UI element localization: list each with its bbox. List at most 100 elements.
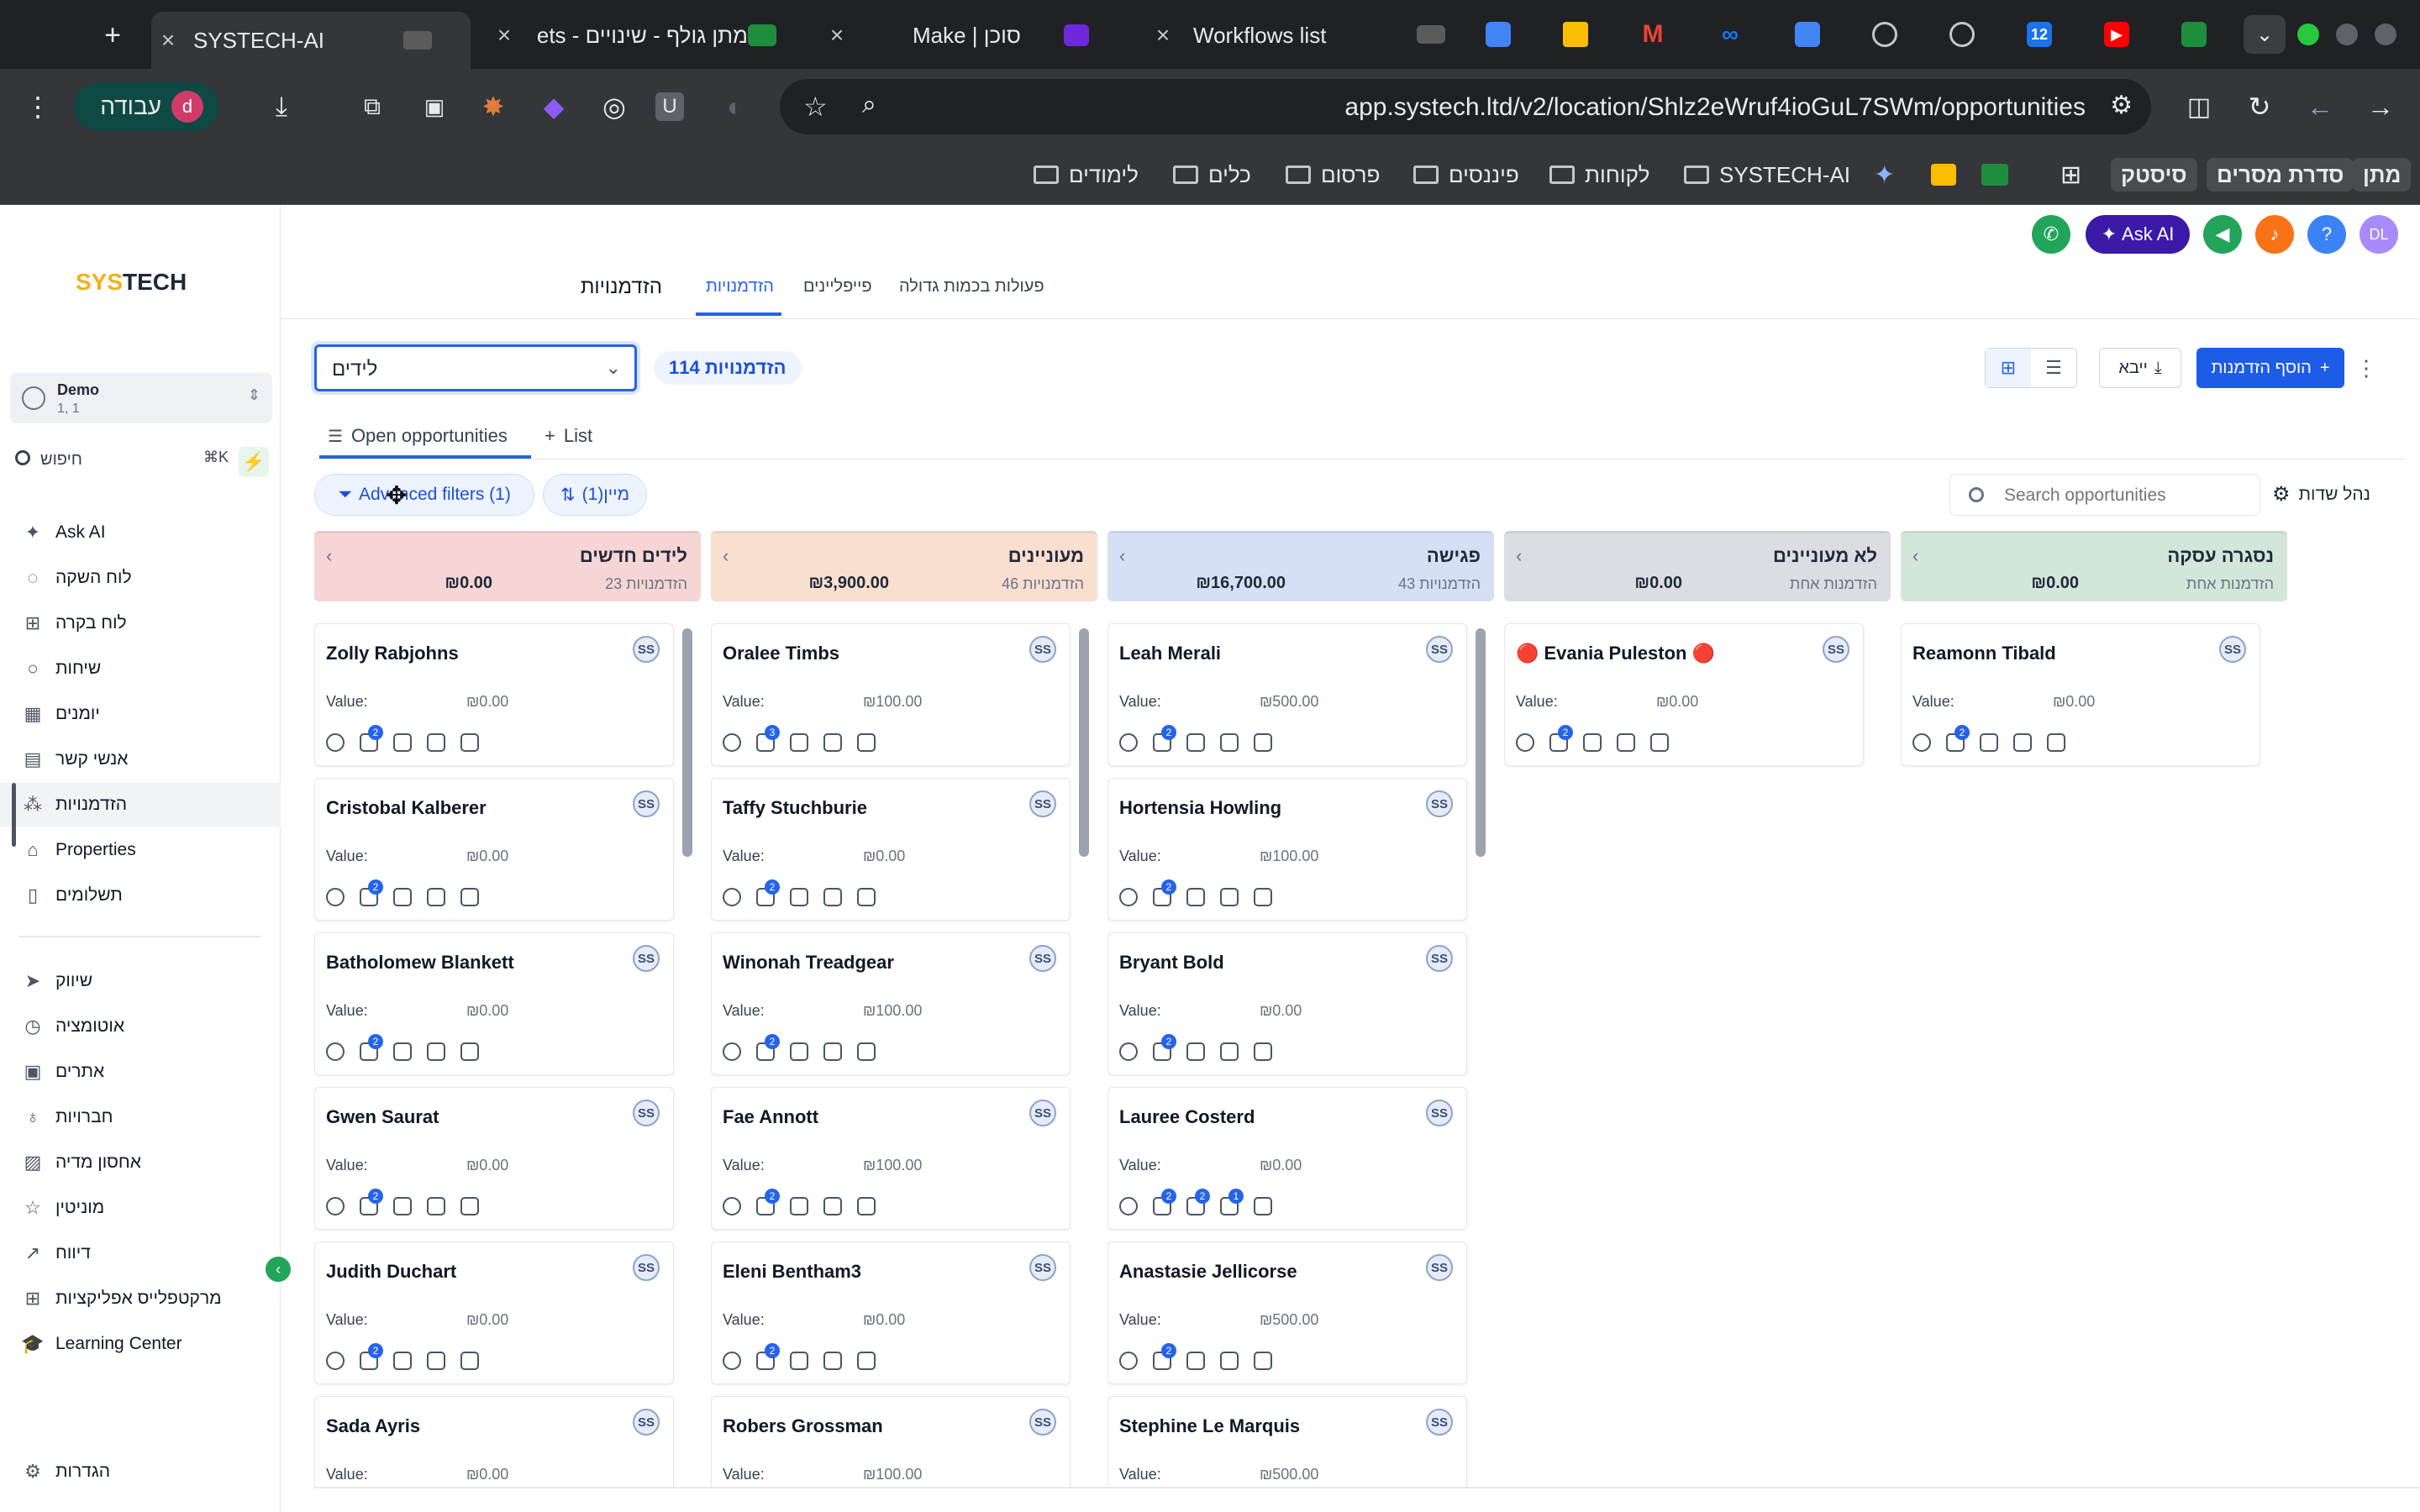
site-settings-icon[interactable]: ⚙ xyxy=(2110,91,2133,120)
notes-icon[interactable] xyxy=(1186,733,1205,752)
assignee-avatar[interactable]: SS xyxy=(1426,1254,1453,1281)
appointment-icon[interactable] xyxy=(1254,888,1272,906)
close-icon[interactable]: × xyxy=(820,22,854,49)
chat-icon[interactable] xyxy=(1119,1197,1138,1215)
tab-bulk-actions[interactable]: פעולות בכמות גדולה xyxy=(899,277,1044,297)
sidebar-item-reporting[interactable]: ↗ דיווח xyxy=(0,1231,281,1275)
window-close-button[interactable] xyxy=(2375,24,2396,45)
new-tab-button[interactable]: + xyxy=(96,18,129,52)
extension-icon[interactable]: ◐ xyxy=(716,87,755,126)
opportunity-name[interactable]: Bryant Bold xyxy=(1119,952,1224,974)
assignee-avatar[interactable]: SS xyxy=(633,1254,660,1281)
list-view-icon[interactable]: ☰ xyxy=(2031,349,2076,387)
pipeline-select[interactable]: לידים ⌄ xyxy=(314,344,637,391)
chat-icon[interactable] xyxy=(1119,888,1138,906)
opportunity-name[interactable]: Robers Grossman xyxy=(723,1415,883,1437)
task-icon[interactable] xyxy=(823,1197,842,1215)
sidebar-item-opportunities[interactable]: ⁂ הזדמנויות xyxy=(0,783,281,847)
window-maximize-button[interactable] xyxy=(2297,24,2319,45)
chat-icon[interactable] xyxy=(723,1352,741,1370)
opportunity-card[interactable]: Sada Ayris SS Value: ₪0.00 xyxy=(314,1396,674,1488)
sidebar-item-dashboard[interactable]: ⊞ לוח בקרה xyxy=(0,601,281,645)
assignee-avatar[interactable]: SS xyxy=(633,790,660,817)
chat-icon[interactable] xyxy=(1912,733,1931,752)
opportunity-card[interactable]: Judith Duchart SS Value: ₪0.00 2 xyxy=(314,1242,674,1384)
add-opportunity-button[interactable]: הוסף הזדמנות + xyxy=(2196,348,2344,388)
sidebar-item-memberships[interactable]: ♁ חברויות xyxy=(0,1095,281,1139)
chat-icon[interactable] xyxy=(326,733,345,752)
notes-icon[interactable] xyxy=(393,733,412,752)
task-icon[interactable] xyxy=(427,1352,445,1370)
column-scrollbar[interactable] xyxy=(1079,628,1089,857)
bookmark-link[interactable]: סדרת מסרים xyxy=(2207,158,2354,192)
tag-icon[interactable]: 2 xyxy=(360,725,383,752)
opportunity-card[interactable]: Eleni Bentham3 SS Value: ₪0.00 2 xyxy=(711,1242,1071,1384)
assignee-avatar[interactable]: SS xyxy=(1029,636,1056,663)
tag-icon[interactable]: 2 xyxy=(1946,725,1970,752)
tab-opportunities[interactable]: הזדמנויות xyxy=(706,277,774,297)
chat-icon[interactable] xyxy=(1119,733,1138,752)
meta-icon[interactable]: ∞ xyxy=(1718,21,1743,47)
opportunity-card[interactable]: Winonah Treadgear SS Value: ₪100.00 2 xyxy=(711,932,1071,1075)
chat-icon[interactable] xyxy=(723,733,741,752)
globe-icon[interactable] xyxy=(1872,22,1897,47)
collapse-chevron-icon[interactable]: ‹ xyxy=(1516,545,1522,567)
docs-icon[interactable] xyxy=(1795,22,1820,47)
tag-icon[interactable]: 2 xyxy=(756,1189,780,1215)
sidebar-item-launchpad[interactable]: ◌ לוח השקה xyxy=(0,556,281,600)
pinned-favicon-icon[interactable] xyxy=(1417,25,1445,44)
bookmark-folder[interactable]: SYSTECH-AI xyxy=(1684,158,1850,192)
task-icon[interactable] xyxy=(823,733,842,752)
assignee-avatar[interactable]: SS xyxy=(1426,1409,1453,1436)
tag-icon[interactable]: 2 xyxy=(756,1034,780,1061)
bookmark-folder[interactable]: לקוחות xyxy=(1549,158,1649,192)
opportunity-card[interactable]: Lauree Costerd SS Value: ₪0.00 2 2 1 xyxy=(1107,1087,1467,1230)
browser-tab[interactable]: × Make | סוכן xyxy=(820,12,1123,59)
globe-icon[interactable] xyxy=(1949,22,1975,47)
appointment-icon[interactable] xyxy=(460,888,479,906)
sidebar-search[interactable]: חיפוש ⌘K xyxy=(12,442,229,477)
forward-arrow-icon[interactable]: → xyxy=(2361,87,2400,126)
task-icon[interactable] xyxy=(1617,733,1635,752)
bookmark-link[interactable]: סיסטק xyxy=(2111,158,2197,192)
appointment-icon[interactable] xyxy=(1254,1352,1272,1370)
tag-icon[interactable]: 2 xyxy=(1153,1034,1176,1061)
ask-ai-button[interactable]: ✦ Ask AI xyxy=(2086,215,2190,254)
opportunity-card[interactable]: Hortensia Howling SS Value: ₪100.00 2 xyxy=(1107,778,1467,921)
browser-tab-active[interactable]: × SYSTECH-AI xyxy=(151,12,471,69)
notes-icon[interactable] xyxy=(790,1352,808,1370)
opportunity-card[interactable]: Stephine Le Marquis SS Value: ₪500.00 xyxy=(1107,1396,1467,1488)
manage-fields-button[interactable]: ⚙ נהל שדות xyxy=(2272,482,2370,507)
task-icon[interactable] xyxy=(427,1197,445,1215)
calendar-icon[interactable]: 12 xyxy=(2027,22,2052,47)
opportunity-name[interactable]: Batholomew Blankett xyxy=(326,952,514,974)
tag-icon[interactable]: 2 xyxy=(1549,725,1573,752)
more-options-icon[interactable]: ⋮ xyxy=(2354,351,2378,385)
sidebar-collapse-button[interactable]: ‹ xyxy=(266,1257,291,1282)
sidebar-item-sites[interactable]: ▣ אתרים xyxy=(0,1050,281,1094)
zoom-icon[interactable]: ⌕ xyxy=(862,91,876,119)
chat-icon[interactable] xyxy=(326,1042,345,1061)
company-logo[interactable]: SYSTECH xyxy=(76,269,187,296)
tag-icon[interactable]: 2 xyxy=(360,1343,383,1370)
tab-add-list[interactable]: + List xyxy=(544,425,592,447)
opportunity-card[interactable]: Anastasie Jellicorse SS Value: ₪500.00 2 xyxy=(1107,1242,1467,1384)
profile-button[interactable]: עבודה d xyxy=(74,82,218,131)
chat-icon[interactable] xyxy=(1119,1042,1138,1061)
appointment-icon[interactable] xyxy=(460,733,479,752)
opportunity-card[interactable]: Cristobal Kalberer SS Value: ₪0.00 2 xyxy=(314,778,674,921)
notes-icon[interactable]: 2 xyxy=(1186,1189,1210,1215)
opportunity-card[interactable]: Fae Annott SS Value: ₪100.00 2 xyxy=(711,1087,1071,1230)
sidebar-item-learning-center[interactable]: 🎓 Learning Center xyxy=(0,1322,281,1366)
sidebar-item-calendars[interactable]: ▦ יומנים xyxy=(0,692,281,736)
appointment-icon[interactable] xyxy=(857,1042,876,1061)
sheets-icon[interactable] xyxy=(2181,22,2207,47)
assignee-avatar[interactable]: SS xyxy=(2219,636,2246,663)
opportunity-name[interactable]: Lauree Costerd xyxy=(1119,1106,1255,1128)
megaphone-icon[interactable]: ◀ xyxy=(2203,215,2242,254)
opportunity-name[interactable]: Reamonn Tibald xyxy=(1912,643,2056,664)
appointment-icon[interactable] xyxy=(460,1352,479,1370)
sort-button[interactable]: ⇅ מיין(1) xyxy=(543,474,647,516)
tag-icon[interactable]: 2 xyxy=(1153,1343,1176,1370)
assignee-avatar[interactable]: SS xyxy=(1029,790,1056,817)
